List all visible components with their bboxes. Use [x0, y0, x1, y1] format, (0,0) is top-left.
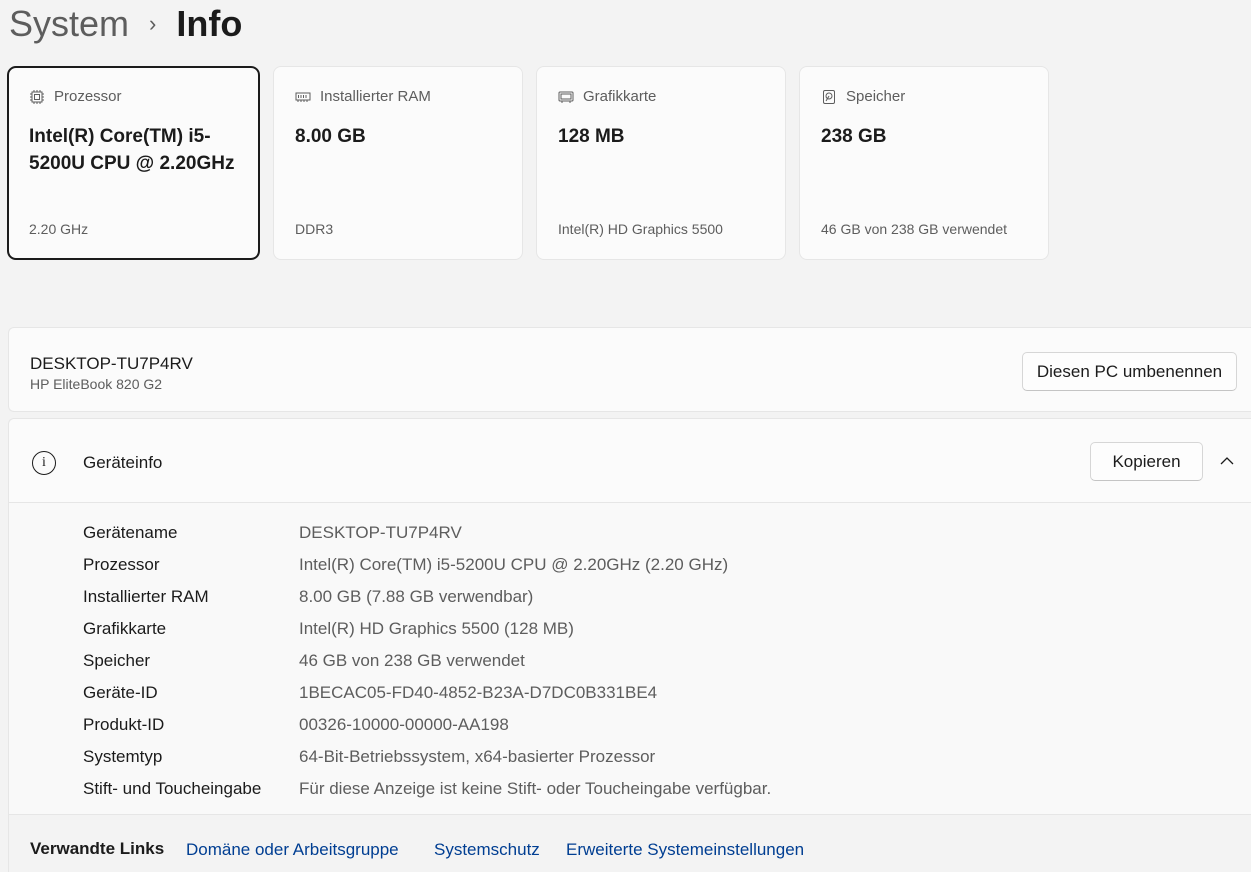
related-links: Verwandte Links Domäne oder Arbeitsgrupp… [9, 814, 1251, 872]
spec-row: Produkt-ID 00326-10000-00000-AA198 [83, 709, 771, 741]
spec-value: 8.00 GB (7.88 GB verwendbar) [299, 587, 534, 606]
card-subtext: DDR3 [295, 221, 334, 237]
spec-row: Speicher 46 GB von 238 GB verwendet [83, 645, 771, 677]
spec-row: Prozessor Intel(R) Core(TM) i5-5200U CPU… [83, 549, 771, 581]
device-info-header[interactable]: i Geräteinfo Kopieren [9, 419, 1251, 503]
chevron-up-icon[interactable] [1215, 449, 1239, 473]
spec-value: 46 GB von 238 GB verwendet [299, 651, 525, 670]
spec-cards: Prozessor Intel(R) Core(TM) i5-5200U CPU… [7, 66, 1049, 260]
device-rename-panel: DESKTOP-TU7P4RV HP EliteBook 820 G2 Dies… [8, 327, 1251, 412]
spec-label: Gerätename [83, 523, 178, 542]
spec-label: Speicher [83, 651, 151, 670]
device-info-panel: i Geräteinfo Kopieren Gerätename DESKTOP… [8, 418, 1251, 872]
breadcrumb-separator-icon: › [149, 11, 157, 36]
spec-label: Geräte-ID [83, 683, 158, 702]
info-icon: i [32, 451, 56, 475]
card-subtext: 46 GB von 238 GB verwendet [821, 221, 1007, 237]
spec-label: Prozessor [83, 555, 160, 574]
card-subtext: Intel(R) HD Graphics 5500 [558, 221, 723, 237]
card-label: Grafikkarte [583, 88, 657, 105]
spec-row: Installierter RAM 8.00 GB (7.88 GB verwe… [83, 581, 771, 613]
copy-button[interactable]: Kopieren [1090, 442, 1203, 481]
card-gpu[interactable]: Grafikkarte 128 MB Intel(R) HD Graphics … [536, 66, 786, 260]
ram-icon [295, 92, 311, 102]
card-label: Prozessor [54, 88, 122, 105]
spec-value: 1BECAC05-FD40-4852-B23A-D7DC0B331BE4 [299, 683, 658, 702]
spec-row: Systemtyp 64-Bit-Betriebssystem, x64-bas… [83, 741, 771, 773]
card-header: Grafikkarte [558, 88, 764, 105]
related-links-title: Verwandte Links [30, 839, 165, 858]
card-value: Intel(R) Core(TM) i5-5200U CPU @ 2.20GHz [29, 126, 235, 174]
spec-label: Produkt-ID [83, 715, 165, 734]
spec-list: Gerätename DESKTOP-TU7P4RV Prozessor Int… [83, 517, 771, 805]
spec-row: Stift- und Toucheingabe Für diese Anzeig… [83, 773, 771, 805]
spec-value: DESKTOP-TU7P4RV [299, 523, 462, 542]
card-header: Speicher [821, 88, 1027, 105]
spec-row: Geräte-ID 1BECAC05-FD40-4852-B23A-D7DC0B… [83, 677, 771, 709]
device-model: HP EliteBook 820 G2 [30, 376, 163, 392]
spec-value: 00326-10000-00000-AA198 [299, 715, 509, 734]
spec-label: Grafikkarte [83, 619, 167, 638]
card-processor[interactable]: Prozessor Intel(R) Core(TM) i5-5200U CPU… [7, 66, 260, 260]
page-title: Info [176, 3, 243, 44]
link-system-protection[interactable]: Systemschutz [434, 840, 540, 860]
spec-value: Intel(R) HD Graphics 5500 (128 MB) [299, 619, 574, 638]
card-value: 238 GB [821, 126, 887, 147]
card-label: Speicher [846, 88, 906, 105]
spec-row: Grafikkarte Intel(R) HD Graphics 5500 (1… [83, 613, 771, 645]
storage-icon [823, 89, 835, 104]
spec-value: Intel(R) Core(TM) i5-5200U CPU @ 2.20GHz… [299, 555, 729, 574]
cpu-icon [30, 89, 44, 104]
spec-label: Systemtyp [83, 747, 163, 766]
spec-label: Stift- und Toucheingabe [83, 779, 262, 798]
device-info-title: Geräteinfo [83, 453, 163, 472]
spec-value: 64-Bit-Betriebssystem, x64-basierter Pro… [299, 747, 656, 766]
spec-label: Installierter RAM [83, 587, 209, 606]
gpu-icon [558, 91, 574, 103]
device-name: DESKTOP-TU7P4RV [30, 354, 193, 373]
link-advanced-system-settings[interactable]: Erweiterte Systemeinstellungen [566, 840, 804, 860]
card-subtext: 2.20 GHz [29, 221, 89, 237]
card-ram[interactable]: Installierter RAM 8.00 GB DDR3 [273, 66, 523, 260]
card-value: 8.00 GB [295, 126, 366, 147]
card-storage[interactable]: Speicher 238 GB 46 GB von 238 GB verwend… [799, 66, 1049, 260]
card-header: Installierter RAM [295, 88, 501, 105]
spec-value: Für diese Anzeige ist keine Stift- oder … [299, 779, 772, 798]
spec-row: Gerätename DESKTOP-TU7P4RV [83, 517, 771, 549]
rename-pc-button[interactable]: Diesen PC umbenennen [1022, 352, 1237, 391]
card-label: Installierter RAM [320, 88, 431, 105]
link-domain-workgroup[interactable]: Domäne oder Arbeitsgruppe [186, 840, 399, 860]
card-value: 128 MB [558, 126, 625, 147]
breadcrumb-system[interactable]: System [9, 3, 129, 45]
card-header: Prozessor [29, 88, 238, 105]
breadcrumb: System › Info [9, 0, 242, 48]
